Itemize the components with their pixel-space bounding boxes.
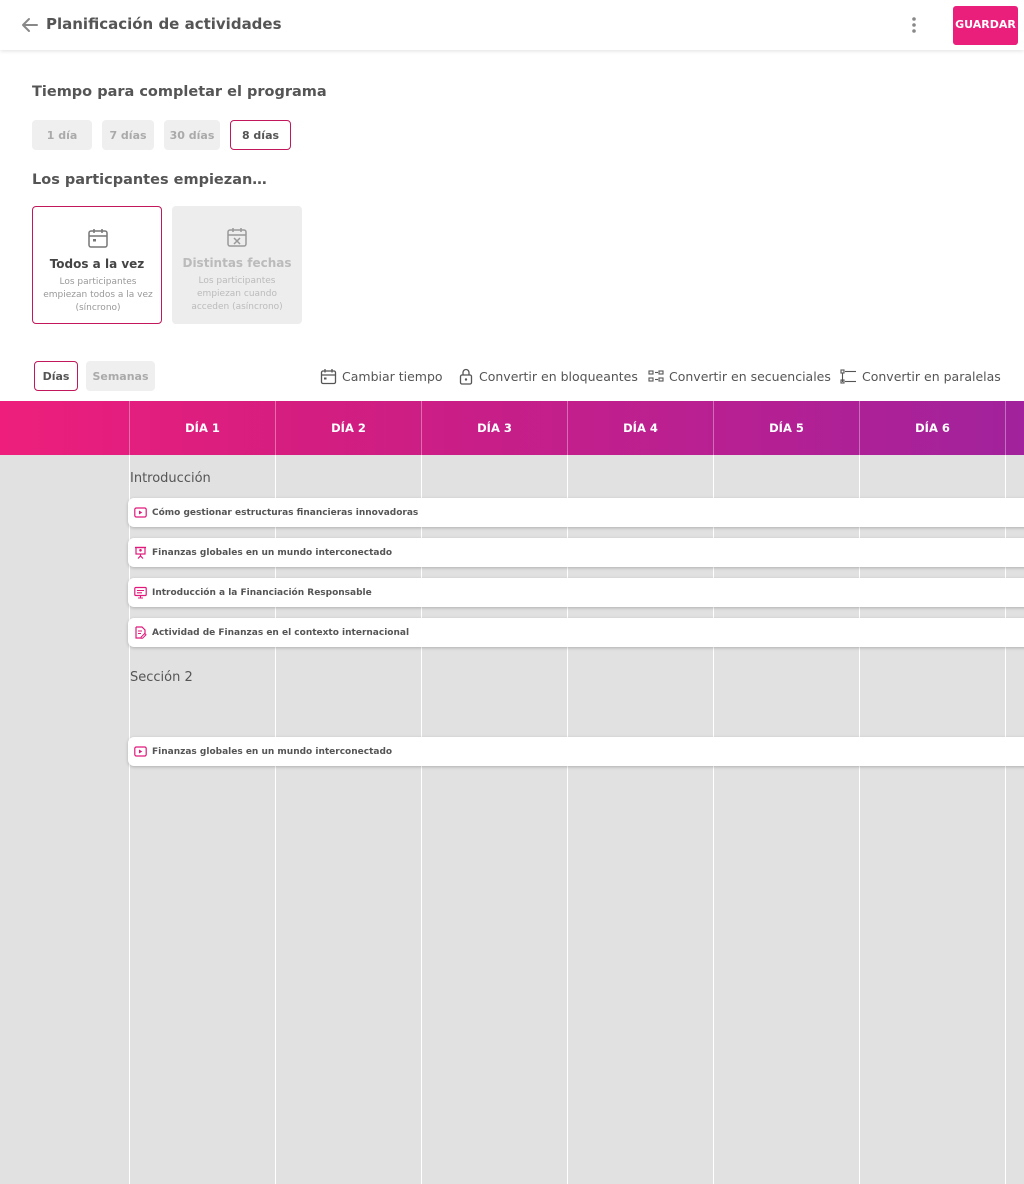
day-column-header: DÍA 6 — [859, 401, 1005, 455]
sequential-icon — [648, 369, 664, 382]
activity-label: Finanzas globales en un mundo interconec… — [152, 746, 393, 757]
activity-row[interactable]: Introducción a la Financiación Responsab… — [128, 578, 1024, 607]
activity-row[interactable]: Actividad de Finanzas en el contexto int… — [128, 618, 1024, 647]
view-days-tab[interactable]: Días — [34, 361, 78, 391]
calendar-icon — [88, 229, 108, 248]
change-time-label: Cambiar tiempo — [342, 368, 443, 384]
activity-label: Cómo gestionar estructuras financieras i… — [152, 507, 419, 518]
view-weeks-tab[interactable]: Semanas — [86, 361, 155, 391]
start-mode-heading: Los particpantes empiezan… — [32, 172, 267, 188]
duration-option-1-day[interactable]: 1 día — [32, 120, 92, 150]
start-card-description: Los participantes empiezan cuando accede… — [191, 276, 283, 312]
arrow-left-icon — [22, 18, 38, 32]
calendar-off-icon — [227, 228, 247, 247]
change-time-action[interactable]: Cambiar tiempo — [320, 366, 443, 386]
parallel-icon — [840, 368, 856, 384]
convert-parallel-action[interactable]: Convertir en paralelas — [840, 366, 1001, 386]
activity-row[interactable]: Cómo gestionar estructuras financieras i… — [128, 498, 1024, 527]
timeline-header: DÍA 1 DÍA 2 DÍA 3 DÍA 4 DÍA 5 DÍA 6 — [0, 401, 1024, 455]
activity-label: Finanzas globales en un mundo interconec… — [152, 547, 393, 558]
start-card-description: Los participantes empiezan todos a la ve… — [43, 277, 153, 313]
activity-row[interactable]: Finanzas globales en un mundo interconec… — [128, 737, 1024, 766]
convert-parallel-label: Convertir en paralelas — [862, 368, 1001, 384]
lock-icon — [459, 368, 473, 385]
day-column-header: DÍA 4 — [567, 401, 713, 455]
duration-option-7-days[interactable]: 7 días — [102, 120, 154, 150]
section-title-section-2: Sección 2 — [130, 670, 193, 685]
activity-label: Actividad de Finanzas en el contexto int… — [152, 627, 410, 638]
presentation-icon — [133, 546, 147, 560]
duration-option-30-days[interactable]: 30 días — [164, 120, 220, 150]
video-icon — [133, 506, 147, 520]
day-column-header-partial — [1005, 401, 1024, 455]
start-mode-synchronous-card[interactable]: Todos a la vez Los participantes empieza… — [32, 206, 162, 324]
day-column-header: DÍA 2 — [275, 401, 421, 455]
convert-sequential-label: Convertir en secuenciales — [669, 368, 831, 384]
save-button[interactable]: GUARDAR — [953, 6, 1018, 45]
more-vertical-icon — [912, 17, 916, 33]
day-column-header: DÍA 3 — [421, 401, 567, 455]
screen-icon — [133, 586, 147, 600]
top-bar: Planificación de actividades GUARDAR — [0, 0, 1024, 50]
day-column-header: DÍA 1 — [129, 401, 275, 455]
convert-blocking-label: Convertir en bloqueantes — [479, 368, 638, 384]
back-button[interactable] — [18, 13, 42, 37]
section-title-introduction: Introducción — [130, 471, 211, 486]
start-mode-asynchronous-card[interactable]: Distintas fechas Los participantes empie… — [172, 206, 302, 324]
document-edit-icon — [133, 626, 147, 640]
activity-label: Introducción a la Financiación Responsab… — [152, 587, 372, 598]
convert-sequential-action[interactable]: Convertir en secuenciales — [648, 366, 831, 386]
start-card-title: Todos a la vez — [49, 257, 145, 271]
calendar-icon — [320, 368, 337, 384]
video-icon — [133, 745, 147, 759]
activity-row[interactable]: Finanzas globales en un mundo interconec… — [128, 538, 1024, 567]
completion-time-heading: Tiempo para completar el programa — [32, 84, 327, 100]
page-title: Planificación de actividades — [46, 15, 282, 33]
start-card-title: Distintas fechas — [182, 256, 292, 270]
day-column-header: DÍA 5 — [713, 401, 859, 455]
convert-blocking-action[interactable]: Convertir en bloqueantes — [458, 366, 638, 386]
more-options-button[interactable] — [902, 13, 926, 37]
duration-option-8-days[interactable]: 8 días — [230, 120, 291, 150]
